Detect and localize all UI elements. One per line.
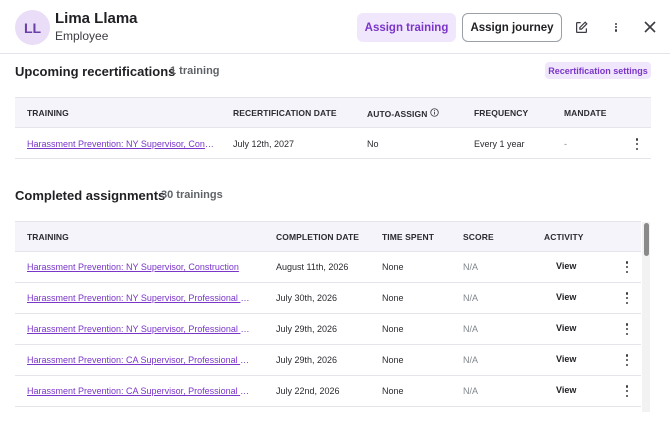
score: N/A [463, 324, 479, 334]
row-menu-icon[interactable] [622, 291, 632, 305]
training-link[interactable]: Harassment Prevention: CA Supervisor, Pr… [27, 386, 255, 396]
column-header: RECERTIFICATION DATE [233, 108, 337, 118]
training-link[interactable]: Harassment Prevention: NY Supervisor, Co… [27, 139, 215, 149]
table-row: Harassment Prevention: NY Supervisor, Co… [15, 128, 651, 159]
score: N/A [463, 355, 479, 365]
row-menu-icon[interactable] [622, 260, 632, 274]
column-header: TRAINING [27, 232, 69, 242]
training-link[interactable]: Harassment Prevention: NY Supervisor, Co… [27, 262, 255, 272]
row-menu-icon[interactable] [622, 353, 632, 367]
mandate-value: - [564, 139, 567, 149]
view-activity-link[interactable]: View [556, 385, 576, 395]
recertifications-title: Upcoming recertifications [15, 64, 176, 79]
column-header: TRAINING [27, 108, 69, 118]
column-header: AUTO-ASSIGN [367, 108, 440, 119]
table-row: Harassment Prevention: NY Supervisor, Co… [15, 252, 641, 283]
recertifications-count: 1 training [170, 65, 220, 77]
table-row: Harassment Prevention: NY Supervisor, Pr… [15, 283, 641, 314]
recertification-date: July 12th, 2027 [233, 139, 295, 149]
column-header: FREQUENCY [474, 108, 529, 118]
row-menu-icon[interactable] [632, 137, 642, 151]
assign-journey-button[interactable]: Assign journey [462, 13, 562, 42]
time-spent: None [382, 324, 404, 334]
profile-header: LL Lima Llama Employee Assign training A… [0, 0, 670, 54]
table-row: Harassment Prevention: CA Supervisor, Pr… [15, 376, 641, 407]
completed-title: Completed assignments [15, 188, 166, 203]
scrollbar-thumb[interactable] [644, 223, 649, 256]
score: N/A [463, 262, 479, 272]
column-header-label: AUTO-ASSIGN [367, 108, 428, 119]
view-activity-link[interactable]: View [556, 292, 576, 302]
time-spent: None [382, 386, 404, 396]
training-link[interactable]: Harassment Prevention: NY Supervisor, Pr… [27, 324, 255, 334]
table-row: Harassment Prevention: NY Supervisor, Pr… [15, 314, 641, 345]
frequency-value: Every 1 year [474, 139, 525, 149]
table-row: Harassment Prevention: CA Supervisor, Pr… [15, 345, 641, 376]
completion-date: July 22nd, 2026 [276, 386, 340, 396]
auto-assign-value: No [367, 139, 379, 149]
completed-count: 30 trainings [161, 189, 223, 201]
column-header: MANDATE [564, 108, 607, 118]
completion-date: July 29th, 2026 [276, 324, 338, 334]
completed-table-header: TRAINING COMPLETION DATE TIME SPENT SCOR… [15, 221, 641, 252]
time-spent: None [382, 293, 404, 303]
edit-icon[interactable] [572, 18, 590, 36]
avatar: LL [15, 10, 50, 45]
employee-name: Lima Llama [55, 10, 138, 27]
column-header: COMPLETION DATE [276, 232, 360, 242]
recertification-settings-button[interactable]: Recertification settings [545, 62, 651, 79]
recertifications-table-header: TRAINING RECERTIFICATION DATE AUTO-ASSIG… [15, 97, 651, 128]
more-vertical-icon[interactable] [607, 18, 625, 36]
training-link[interactable]: Harassment Prevention: NY Supervisor, Pr… [27, 293, 255, 303]
view-activity-link[interactable]: View [556, 354, 576, 364]
column-header: ACTIVITY [544, 232, 584, 242]
score: N/A [463, 386, 479, 396]
close-icon[interactable] [641, 18, 659, 36]
assign-training-button[interactable]: Assign training [357, 13, 456, 42]
view-activity-link[interactable]: View [556, 323, 576, 333]
score: N/A [463, 293, 479, 303]
row-menu-icon[interactable] [622, 322, 632, 336]
time-spent: None [382, 355, 404, 365]
completion-date: July 29th, 2026 [276, 355, 338, 365]
time-spent: None [382, 262, 404, 272]
training-link[interactable]: Harassment Prevention: CA Supervisor, Pr… [27, 355, 255, 365]
column-header: SCORE [463, 232, 494, 242]
row-menu-icon[interactable] [622, 384, 632, 398]
completion-date: August 11th, 2026 [276, 262, 349, 272]
column-header: TIME SPENT [382, 232, 435, 242]
view-activity-link[interactable]: View [556, 261, 576, 271]
completion-date: July 30th, 2026 [276, 293, 338, 303]
info-icon[interactable] [430, 108, 440, 119]
employee-role: Employee [55, 29, 109, 43]
